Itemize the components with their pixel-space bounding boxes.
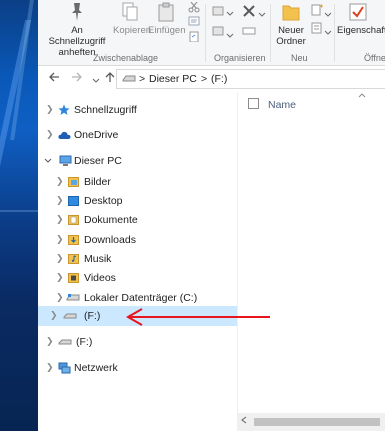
up-button[interactable] xyxy=(104,71,116,86)
cloud-icon xyxy=(58,131,71,139)
nav-item-quick-access[interactable]: ❯ Schnellzugriff xyxy=(38,100,237,120)
desktop-folder-icon xyxy=(68,196,79,206)
select-all-checkbox[interactable] xyxy=(248,98,259,109)
chevron-right-icon[interactable]: ❯ xyxy=(56,195,64,206)
breadcrumb-separator: > xyxy=(139,73,146,85)
chevron-right-icon[interactable]: ❯ xyxy=(46,104,54,115)
documents-folder-icon xyxy=(68,215,79,225)
breadcrumb-drive-f[interactable]: (F:) xyxy=(211,73,227,85)
recent-locations-button[interactable] xyxy=(92,73,100,87)
chevron-right-icon[interactable]: ❯ xyxy=(46,336,54,347)
file-list-pane[interactable]: Name xyxy=(238,92,385,431)
clipboard-icon xyxy=(158,2,174,22)
nav-item-this-pc[interactable]: Dieser PC xyxy=(38,151,237,171)
new-item-icon[interactable] xyxy=(310,4,324,17)
ribbon: An Schnellzugriff anheften Kopieren Einf… xyxy=(38,0,385,66)
usb-drive-icon xyxy=(63,313,77,319)
navigation-pane: ❯ Schnellzugriff ❯ OneDrive Dieser PC ❯ … xyxy=(38,92,237,431)
breadcrumb-this-pc[interactable]: Dieser PC xyxy=(149,73,197,85)
arrow-up-icon xyxy=(105,72,115,82)
usb-drive-icon xyxy=(58,339,72,345)
copy-path-icon[interactable] xyxy=(188,16,200,27)
downloads-folder-icon xyxy=(68,235,79,245)
paste-shortcut-icon[interactable] xyxy=(188,31,200,43)
nav-item-desktop[interactable]: ❯ Desktop xyxy=(38,191,237,211)
group-separator xyxy=(205,4,206,62)
delete-icon[interactable] xyxy=(242,4,256,18)
arrow-left-icon xyxy=(49,72,59,82)
nav-item-music[interactable]: ❯ Musik xyxy=(38,249,237,269)
arrow-right-icon xyxy=(72,72,82,82)
chevron-down-icon[interactable] xyxy=(226,6,238,17)
pin-to-quick-access-button[interactable]: An Schnellzugriff anheften xyxy=(42,2,112,58)
chevron-right-icon[interactable]: ❯ xyxy=(56,176,64,187)
new-folder-button[interactable]: Neuer Ordner xyxy=(274,2,308,47)
group-organize-label: Organisieren xyxy=(214,53,266,63)
nav-item-drive-f[interactable]: ❯ (F:) xyxy=(38,332,237,352)
breadcrumb-separator: > xyxy=(201,73,208,85)
nav-item-downloads[interactable]: ❯ Downloads xyxy=(38,230,237,250)
star-icon xyxy=(58,104,70,115)
cut-icon[interactable] xyxy=(188,1,200,13)
sort-indicator xyxy=(358,91,366,100)
videos-folder-icon xyxy=(68,273,79,283)
pin-icon xyxy=(72,3,82,21)
chevron-right-icon[interactable]: ❯ xyxy=(50,310,58,321)
chevron-right-icon[interactable]: ❯ xyxy=(56,253,64,264)
network-icon xyxy=(58,362,71,374)
chevron-down-icon[interactable] xyxy=(226,28,238,39)
nav-item-onedrive[interactable]: ❯ OneDrive xyxy=(38,125,237,145)
nav-item-pictures[interactable]: ❯ Bilder xyxy=(38,172,237,192)
copy-icon xyxy=(122,2,138,21)
nav-item-videos[interactable]: ❯ Videos xyxy=(38,268,237,288)
chevron-right-icon[interactable]: ❯ xyxy=(46,129,54,140)
nav-item-network[interactable]: ❯ Netzwerk xyxy=(38,358,237,378)
new-folder-icon xyxy=(282,5,300,21)
nav-item-documents[interactable]: ❯ Dokumente xyxy=(38,210,237,230)
move-to-icon[interactable] xyxy=(212,4,226,17)
column-header: Name xyxy=(238,92,385,116)
scroll-left-icon[interactable] xyxy=(241,416,247,427)
music-folder-icon xyxy=(68,254,79,264)
forward-button[interactable] xyxy=(71,71,83,86)
name-column-header[interactable]: Name xyxy=(268,99,296,111)
chevron-right-icon[interactable]: ❯ xyxy=(56,292,64,303)
pictures-folder-icon xyxy=(68,177,79,187)
chevron-right-icon[interactable]: ❯ xyxy=(56,214,64,225)
pc-icon xyxy=(59,155,72,166)
paste-button[interactable]: Einfügen xyxy=(148,2,186,36)
horizontal-scrollbar[interactable] xyxy=(238,413,385,431)
drive-icon xyxy=(122,74,136,87)
nav-item-drive-f-selected[interactable]: ❯ (F:) xyxy=(38,306,237,326)
chevron-right-icon[interactable]: ❯ xyxy=(46,362,54,373)
drive-icon xyxy=(66,294,80,301)
easy-access-icon[interactable] xyxy=(310,22,324,35)
group-separator xyxy=(334,4,335,62)
group-separator xyxy=(270,4,271,62)
rename-icon[interactable] xyxy=(242,24,256,38)
desktop-background xyxy=(0,0,38,431)
properties-icon xyxy=(349,3,367,21)
group-clipboard-label: Zwischenablage xyxy=(93,53,159,63)
explorer-window: An Schnellzugriff anheften Kopieren Einf… xyxy=(38,0,385,431)
address-row: > Dieser PC > (F:) xyxy=(38,66,385,92)
scrollbar-thumb[interactable] xyxy=(254,418,380,426)
back-button[interactable] xyxy=(48,71,60,86)
copy-to-icon[interactable] xyxy=(212,24,226,37)
properties-button[interactable]: Eigenschaften xyxy=(337,2,385,36)
address-bar[interactable]: > Dieser PC > (F:) xyxy=(116,69,385,89)
copy-button[interactable]: Kopieren xyxy=(113,2,151,36)
group-new-label: Neu xyxy=(291,53,308,63)
chevron-down-icon[interactable] xyxy=(258,7,270,18)
chevron-right-icon[interactable]: ❯ xyxy=(56,272,64,283)
group-open-label: Öffnen xyxy=(364,53,385,63)
chevron-right-icon[interactable]: ❯ xyxy=(56,234,64,245)
nav-item-local-disk-c[interactable]: ❯ Lokaler Datenträger (C:) xyxy=(38,288,237,308)
chevron-down-icon[interactable] xyxy=(44,156,52,166)
chevron-down-icon xyxy=(92,78,100,83)
